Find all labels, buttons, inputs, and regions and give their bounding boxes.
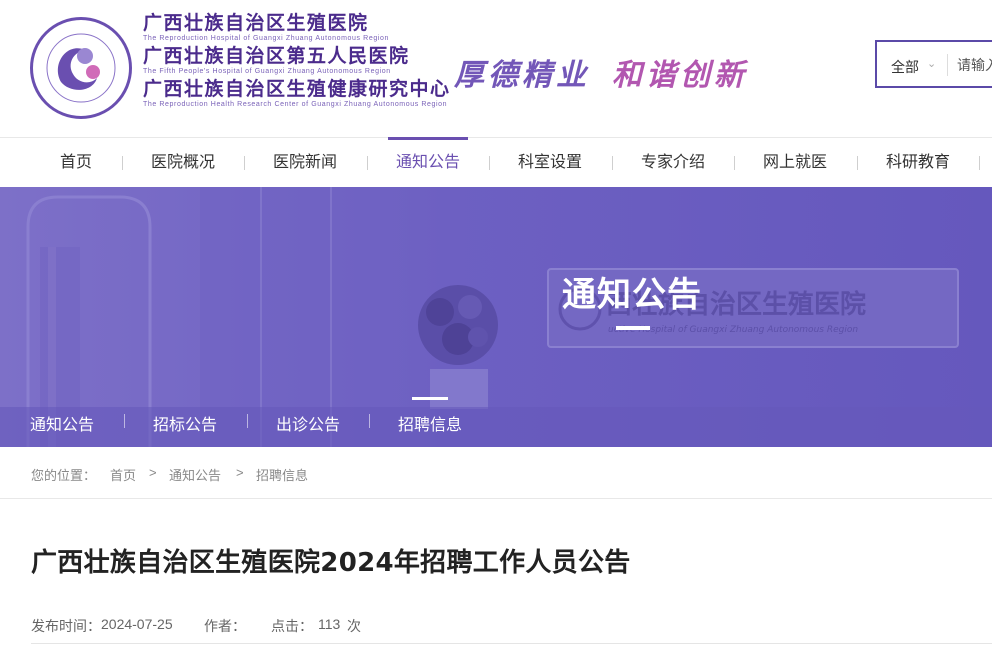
sub-nav-bidding[interactable]: 招标公告 [153,411,217,435]
breadcrumb-prefix: 您的位置： [31,468,97,483]
hospital-name-block: 广西壮族自治区生殖医院 The Reproduction Hospital of… [143,12,451,111]
nav-item-online-care[interactable]: 网上就医 [755,138,835,188]
nav-item-notices[interactable]: 通知公告 [388,137,468,188]
search-input[interactable] [957,54,992,76]
page-banner: 西壮族自治区生殖医院 uctive Hospital of Guangxi Zh… [0,187,992,447]
nav-separator [489,156,490,170]
nav-separator [734,156,735,170]
nav-item-news[interactable]: 医院新闻 [265,138,345,188]
clicks-count: 113 [318,616,341,632]
sub-nav-recruitment[interactable]: 招聘信息 [398,397,462,435]
slogan-part2: 和谐创新 [612,58,748,93]
search-divider [947,54,948,76]
breadcrumb-separator: > [149,465,157,480]
nav-item-about[interactable]: 医院概况 [143,138,223,188]
breadcrumb-separator: > [236,465,244,480]
main-nav: 首页 医院概况 医院新闻 通知公告 科室设置 专家介绍 网上就医 科研教育 [0,137,992,187]
sub-nav-separator [124,414,125,428]
sub-nav-separator [247,414,248,428]
banner-background-image: 西壮族自治区生殖医院 uctive Hospital of Guangxi Zh… [0,187,992,447]
slogan-part1: 厚德精业 [454,58,590,93]
nav-item-experts[interactable]: 专家介绍 [633,138,713,188]
article-title: 广西壮族自治区生殖医院2024年招聘工作人员公告 [31,548,631,578]
hospital-logo[interactable] [30,17,132,119]
hospital-name-cn: 广西壮族自治区生殖医院 [143,12,369,34]
hospital-slogan: 厚德精业 和谐创新 [454,50,748,94]
clicks-unit: 次 [347,618,361,634]
breadcrumb: 您的位置： 首页 > 通知公告 > 招聘信息 [0,447,992,499]
center-name-en: The Reproduction Health Research Center … [143,101,448,108]
meta-divider [31,643,992,644]
hospital-name-en: The Reproduction Hospital of Guangxi Zhu… [143,35,389,42]
center-name-cn: 广西壮族自治区生殖健康研究中心 [143,78,451,100]
clicks-label: 点击： [271,618,313,634]
search-box: 全部 ⌄ [875,40,992,88]
breadcrumb-item-notices[interactable]: 通知公告 [169,465,221,484]
nav-separator [979,156,980,170]
nav-item-home[interactable]: 首页 [44,138,108,188]
nav-item-research[interactable]: 科研教育 [878,138,958,188]
nav-separator [857,156,858,170]
hospital-name2-cn: 广西壮族自治区第五人民医院 [143,45,410,67]
publish-label: 发布时间： [31,618,101,634]
site-header: 广西壮族自治区生殖医院 The Reproduction Hospital of… [0,0,992,137]
nav-item-departments[interactable]: 科室设置 [510,138,590,188]
sub-nav-separator [369,414,370,428]
sub-nav-clinic-schedule[interactable]: 出诊公告 [276,411,340,435]
breadcrumb-item-recruitment[interactable]: 招聘信息 [256,465,308,484]
chevron-down-icon[interactable]: ⌄ [927,57,936,70]
nav-separator [367,156,368,170]
publish-date: 2024-07-25 [101,616,173,632]
banner-title-underline [616,326,650,330]
author-label: 作者： [204,618,246,634]
nav-separator [122,156,123,170]
nav-separator [244,156,245,170]
search-scope-select[interactable]: 全部 [891,57,919,77]
breadcrumb-item-home[interactable]: 首页 [110,465,136,484]
banner-title: 通知公告 [562,276,702,314]
nav-separator [612,156,613,170]
sub-nav-notices[interactable]: 通知公告 [30,411,94,435]
hospital-name2-en: The Fifth People's Hospital of Guangxi Z… [143,68,391,75]
